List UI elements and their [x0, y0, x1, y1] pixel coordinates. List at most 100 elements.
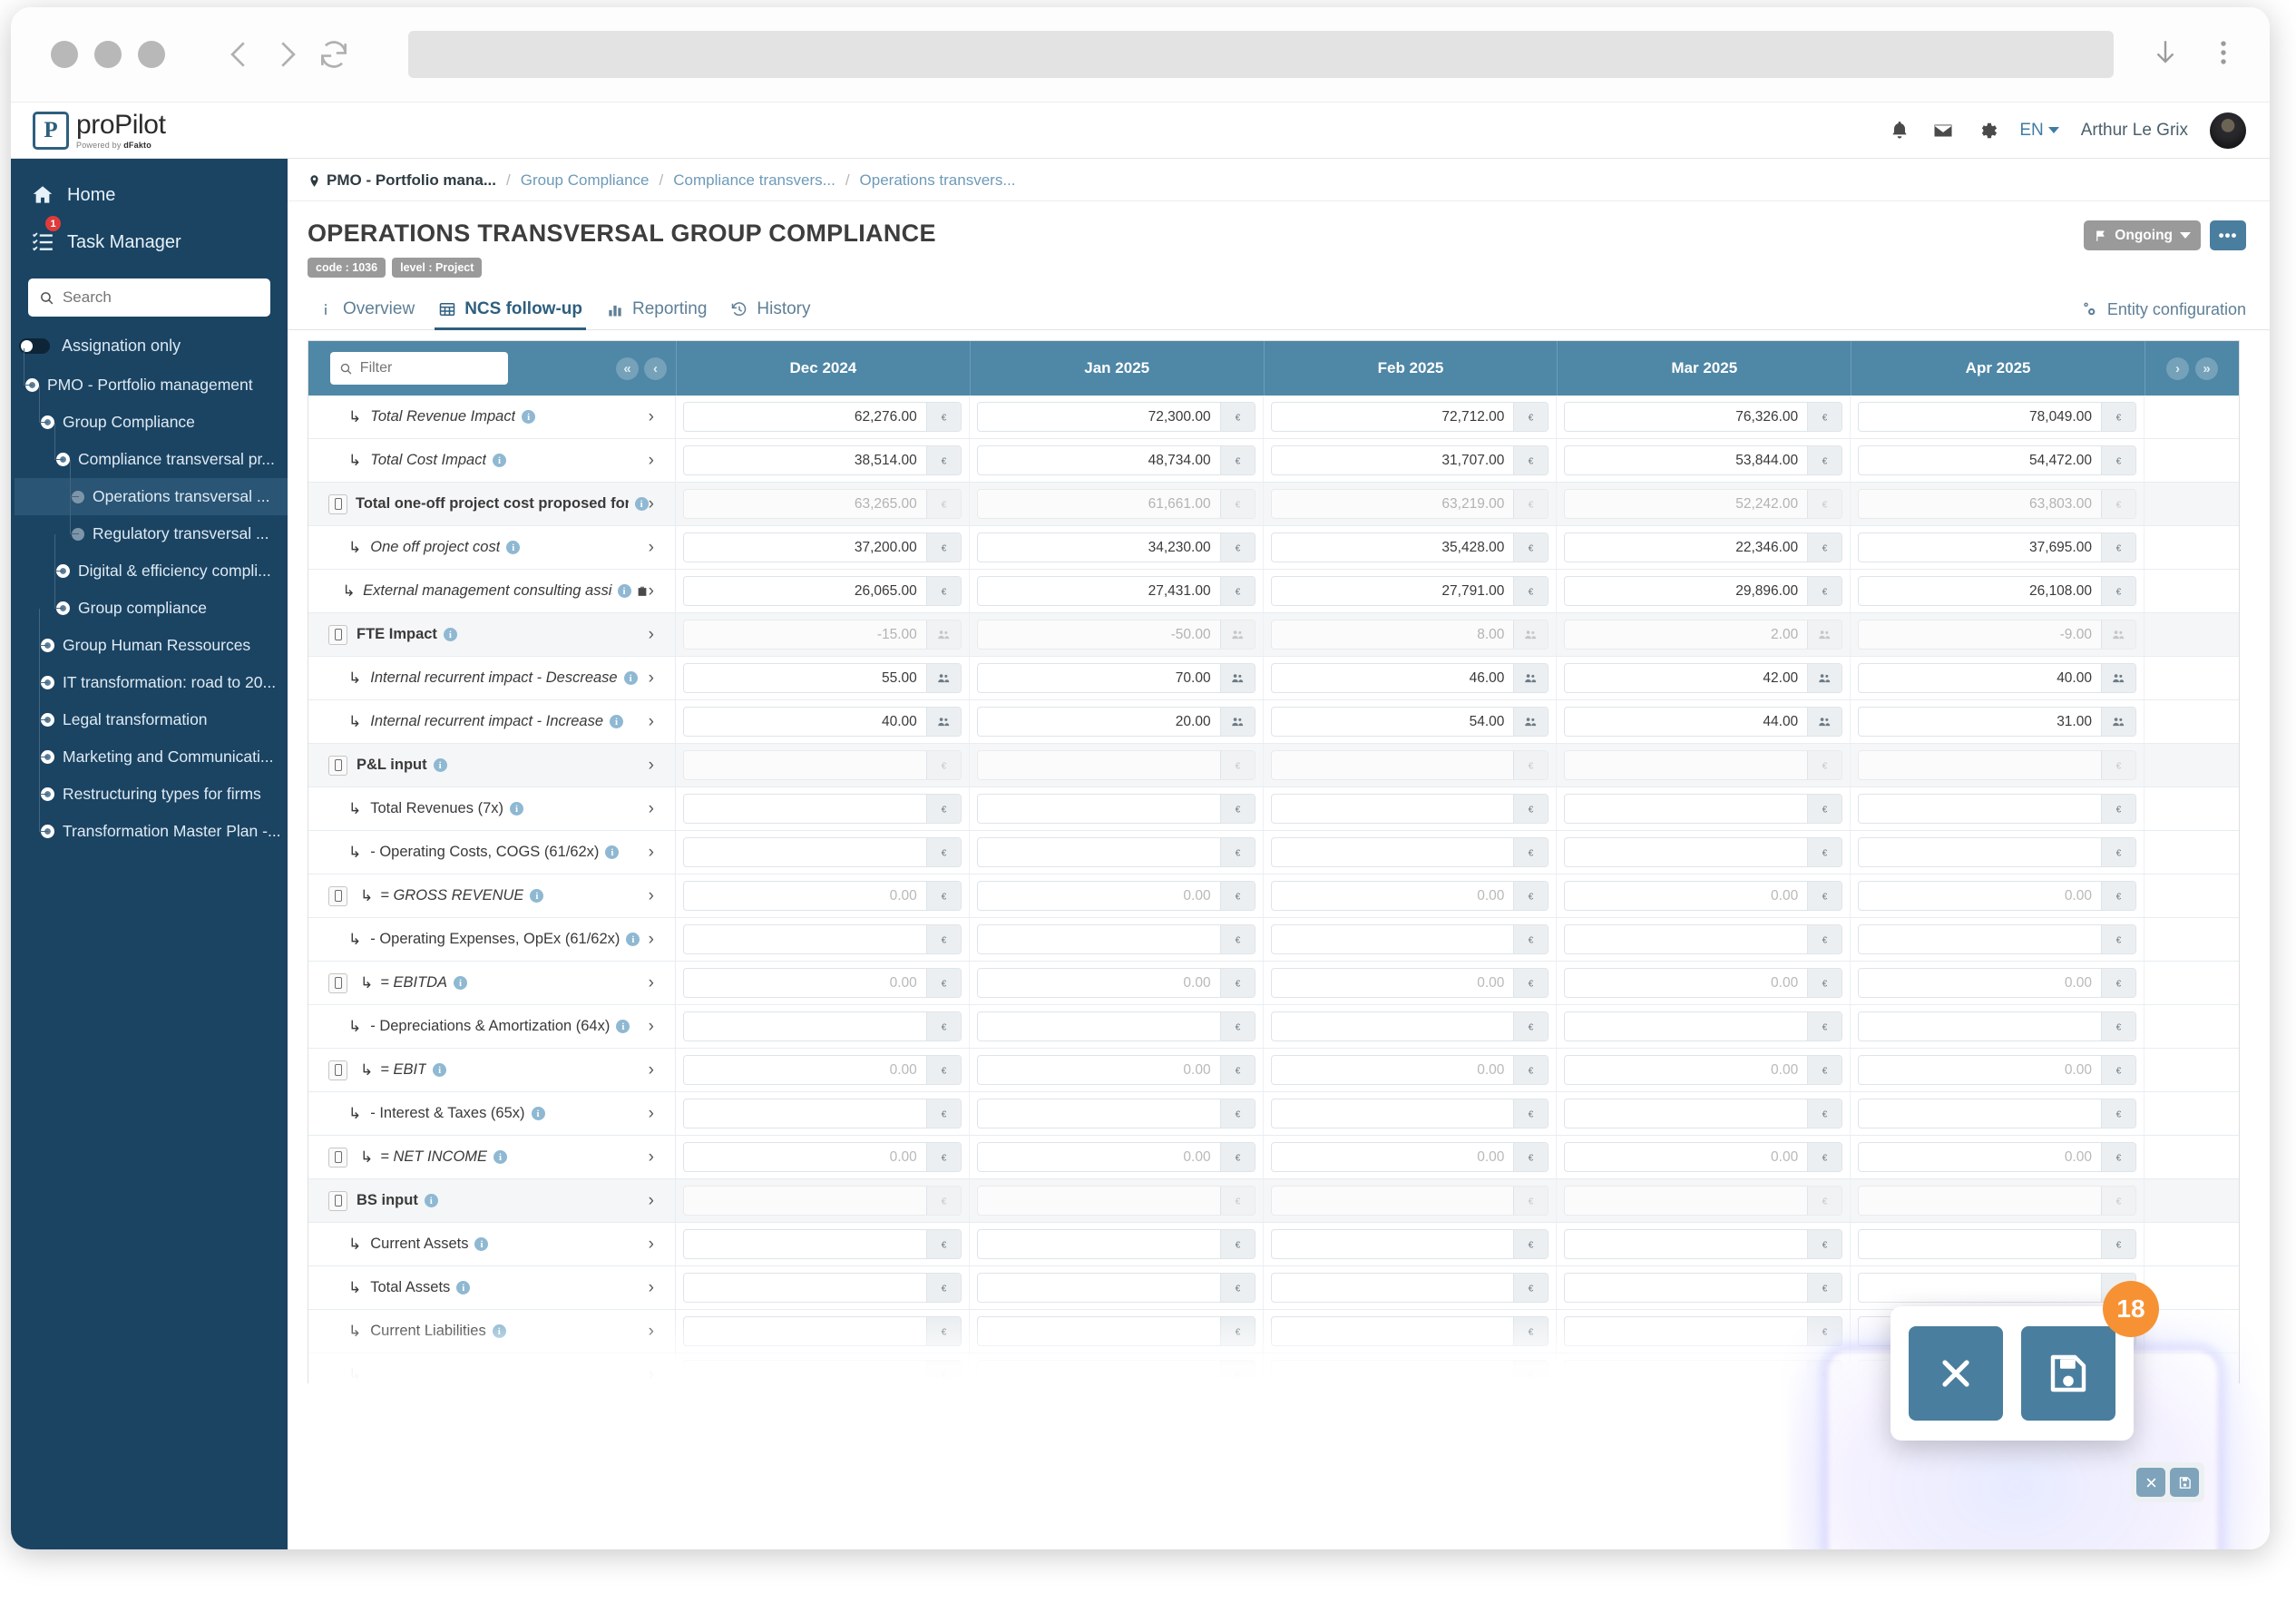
value-input[interactable]: 0.00 € — [1858, 968, 2136, 998]
value-input[interactable]: 63,803.00 € — [1858, 489, 2136, 519]
tab-ncs-follow-up[interactable]: NCS follow-up — [429, 293, 597, 330]
value-cell[interactable]: 38,514.00 € — [676, 439, 970, 482]
value-cell[interactable]: € — [1557, 787, 1851, 830]
value-input[interactable]: € — [683, 1360, 962, 1383]
sidebar-item-task-manager[interactable]: 1 Task Manager — [11, 216, 288, 266]
value-input[interactable]: € — [1858, 1186, 2136, 1216]
value-cell[interactable]: € — [1851, 831, 2145, 874]
value-input[interactable]: 0.00 € — [1858, 881, 2136, 911]
value-cell[interactable]: € — [1851, 787, 2145, 830]
value-input[interactable]: 76,326.00 € — [1564, 402, 1843, 432]
value-input[interactable]: € — [976, 924, 1255, 954]
info-icon[interactable]: i — [433, 758, 447, 772]
messages-button[interactable] — [1932, 120, 1954, 142]
value-input[interactable]: 20.00 — [976, 707, 1255, 737]
value-input[interactable]: 38,514.00 € — [683, 445, 962, 475]
value-input[interactable]: € — [976, 1186, 1255, 1216]
value-input[interactable]: € — [1270, 1011, 1549, 1041]
reload-button[interactable] — [310, 31, 357, 78]
expand-row-chevron-icon[interactable]: › — [649, 1278, 666, 1298]
column-header-2[interactable]: Feb 2025 — [1263, 341, 1558, 396]
table-row[interactable]: ↳ = NET INCOME i › 0.00 €0.00 €0.00 €0.00 €0.00 € — [308, 1136, 2239, 1179]
value-input[interactable]: 34,230.00 € — [976, 532, 1255, 562]
url-bar[interactable] — [408, 31, 2114, 78]
value-input[interactable]: 0.00 € — [683, 1142, 962, 1172]
value-input[interactable]: 54,472.00 € — [1858, 445, 2136, 475]
value-input[interactable]: € — [976, 1316, 1255, 1346]
expand-row-chevron-icon[interactable]: › — [649, 1017, 666, 1037]
value-input[interactable]: 63,219.00 € — [1270, 489, 1549, 519]
value-cell[interactable]: 55.00 — [676, 657, 970, 699]
value-input[interactable]: 26,108.00 € — [1858, 576, 2136, 606]
value-cell[interactable]: 72,300.00 € — [970, 396, 1264, 438]
pager-prev-button[interactable]: ‹ — [644, 357, 667, 380]
value-cell[interactable]: € — [676, 744, 970, 786]
value-cell[interactable]: 27,791.00 € — [1264, 570, 1558, 612]
value-cell[interactable]: 0.00 € — [1851, 874, 2145, 917]
value-input[interactable]: 27,791.00 € — [1270, 576, 1549, 606]
value-input[interactable]: 52,242.00 € — [1564, 489, 1843, 519]
expand-row-chevron-icon[interactable]: › — [649, 1148, 666, 1167]
value-input[interactable]: € — [976, 750, 1255, 780]
value-cell[interactable]: € — [1264, 918, 1558, 961]
value-cell[interactable]: 8.00 — [1264, 613, 1558, 656]
value-cell[interactable]: 0.00 € — [1557, 1136, 1851, 1178]
breadcrumb-item-2[interactable]: Compliance transvers... — [673, 171, 835, 190]
search-input[interactable] — [62, 288, 259, 307]
value-input[interactable]: 78,049.00 € — [1858, 402, 2136, 432]
expand-row-chevron-icon[interactable]: › — [649, 1104, 666, 1124]
table-row[interactable]: ↳ - Operating Costs, COGS (61/62x) i › € € € € € — [308, 831, 2239, 874]
value-input[interactable]: € — [1270, 750, 1549, 780]
value-cell[interactable]: 76,326.00 € — [1557, 396, 1851, 438]
value-input[interactable]: € — [976, 1011, 1255, 1041]
value-cell[interactable]: € — [1264, 1266, 1558, 1309]
value-cell[interactable]: 44.00 — [1557, 700, 1851, 743]
info-icon[interactable]: i — [616, 1020, 630, 1033]
save-changes-button[interactable] — [2021, 1326, 2115, 1421]
value-cell[interactable]: € — [970, 1092, 1264, 1135]
value-cell[interactable]: 0.00 € — [970, 1136, 1264, 1178]
value-cell[interactable]: 31.00 — [1851, 700, 2145, 743]
value-cell[interactable]: € — [676, 1353, 970, 1383]
value-input[interactable]: 0.00 € — [1564, 968, 1843, 998]
back-button[interactable] — [216, 31, 263, 78]
value-cell[interactable]: € — [1557, 831, 1851, 874]
table-row[interactable]: ↳ = EBITDA i › 0.00 €0.00 €0.00 €0.00 €0.00 € — [308, 962, 2239, 1005]
value-cell[interactable]: € — [676, 1179, 970, 1222]
value-input[interactable]: € — [1858, 1099, 2136, 1128]
value-input[interactable]: 0.00 € — [1858, 1055, 2136, 1085]
expand-row-chevron-icon[interactable]: › — [649, 1365, 666, 1384]
value-cell[interactable]: 63,265.00 € — [676, 483, 970, 525]
value-cell[interactable]: € — [1264, 1310, 1558, 1353]
expand-row-chevron-icon[interactable]: › — [649, 712, 666, 732]
value-cell[interactable]: € — [1851, 744, 2145, 786]
value-input[interactable]: € — [683, 1186, 962, 1216]
value-cell[interactable]: € — [1264, 1179, 1558, 1222]
table-row[interactable]: ↳ Total Cost Impact i › 38,514.00 €48,734.00 €… — [308, 439, 2239, 483]
value-input[interactable]: € — [1270, 1099, 1549, 1128]
table-row[interactable]: ↳ External management consulting assistan… — [308, 570, 2239, 613]
notifications-button[interactable] — [1889, 120, 1910, 142]
value-input[interactable]: 0.00 € — [1270, 968, 1549, 998]
value-input[interactable]: 55.00 — [683, 663, 962, 693]
expand-row-chevron-icon[interactable]: › — [649, 1191, 666, 1211]
value-cell[interactable]: 26,108.00 € — [1851, 570, 2145, 612]
value-cell[interactable]: € — [1264, 787, 1558, 830]
more-actions-button[interactable]: ••• — [2210, 220, 2246, 250]
value-cell[interactable]: € — [676, 831, 970, 874]
info-icon[interactable]: i — [492, 1324, 506, 1338]
value-input[interactable]: € — [1858, 1229, 2136, 1259]
downloads-button[interactable] — [2150, 37, 2181, 73]
value-cell[interactable]: 31,707.00 € — [1264, 439, 1558, 482]
value-input[interactable]: € — [1564, 1011, 1843, 1041]
info-icon[interactable]: i — [474, 1237, 489, 1251]
value-cell[interactable]: € — [1557, 744, 1851, 786]
mini-cancel-button[interactable] — [2136, 1468, 2165, 1497]
value-cell[interactable]: € — [676, 1005, 970, 1048]
value-input[interactable]: € — [1564, 837, 1843, 867]
breadcrumb-item-3[interactable]: Operations transvers... — [860, 171, 1016, 190]
table-row[interactable]: Total one-off project cost proposed for … — [308, 483, 2239, 526]
value-input[interactable]: € — [976, 1360, 1255, 1383]
value-input[interactable]: € — [1564, 1360, 1843, 1383]
value-cell[interactable]: € — [1557, 1179, 1851, 1222]
